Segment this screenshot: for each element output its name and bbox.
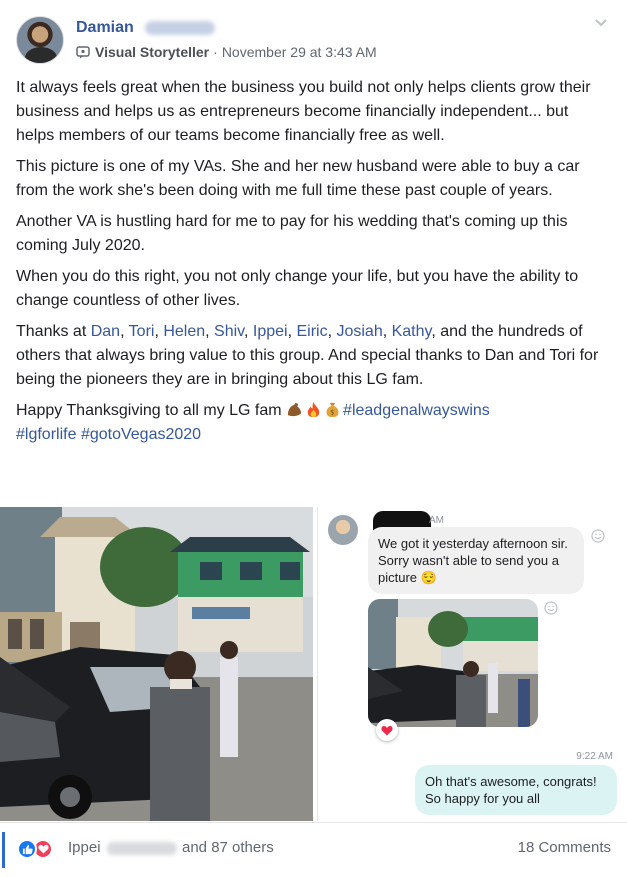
comma: , — [154, 323, 164, 340]
like-icon[interactable] — [17, 839, 37, 859]
car-photo-illustration — [0, 507, 313, 821]
author-role[interactable]: Visual Storyteller — [95, 44, 209, 60]
mention-josiah[interactable]: Josiah — [336, 323, 382, 340]
hashtag-leadgenalwayswins[interactable]: #leadgenalwayswins — [343, 402, 490, 419]
chat-time-bottom: 9:22 AM — [576, 751, 613, 762]
heart-reaction-icon — [376, 719, 398, 741]
chat-time-top: AM — [429, 515, 444, 526]
smiley-react-icon[interactable] — [591, 529, 605, 543]
author-surname-redaction — [145, 21, 215, 35]
money-bag-emoji: $ — [326, 402, 339, 418]
thanks-prefix: Thanks at — [16, 323, 91, 340]
post-header: Damian Visual Storyteller · November 29 … — [0, 0, 627, 72]
post-timestamp[interactable]: November 29 at 3:43 AM — [222, 44, 377, 60]
author-avatar[interactable] — [16, 16, 64, 64]
reactor-surname-redaction — [107, 842, 177, 855]
mention-tori[interactable]: Tori — [129, 323, 155, 340]
closing-paragraph: Happy Thanksgiving to all my LG fam $ #l… — [16, 399, 611, 447]
chat-shared-photo[interactable] — [368, 599, 538, 727]
post-paragraph: It always feels great when the business … — [16, 79, 591, 144]
comma: , — [243, 323, 253, 340]
flexed-bicep-emoji — [287, 402, 302, 417]
visual-storyteller-badge-icon — [76, 45, 90, 58]
outgoing-message: Oh that's awesome, congrats! So happy fo… — [415, 765, 617, 815]
mention-kathy[interactable]: Kathy — [392, 323, 432, 340]
mention-helen[interactable]: Helen — [163, 323, 205, 340]
post-body: It always feels great when the business … — [16, 76, 611, 454]
footer-accent-bar — [2, 832, 5, 868]
post-paragraph: This picture is one of my VAs. She and h… — [16, 158, 580, 199]
comments-count[interactable]: 18 Comments — [518, 839, 611, 856]
reactor-name[interactable]: Ippei — [68, 839, 101, 856]
comma: , — [382, 323, 392, 340]
mention-ippei[interactable]: Ippei — [253, 323, 288, 340]
fire-emoji — [307, 401, 320, 418]
hashtag-gotovegas2020[interactable]: #gotoVegas2020 — [81, 426, 201, 443]
post-footer: Ippei and 87 others 18 Comments — [0, 823, 627, 877]
comma: , — [120, 323, 129, 340]
chat-shared-photo-illustration — [368, 599, 538, 727]
author-name[interactable]: Damian — [76, 19, 134, 37]
smiley-react-icon[interactable] — [544, 601, 558, 615]
mention-dan[interactable]: Dan — [91, 323, 120, 340]
mention-shiv[interactable]: Shiv — [214, 323, 244, 340]
comma: , — [205, 323, 215, 340]
post-meta: Visual Storyteller · November 29 at 3:43… — [76, 44, 377, 60]
mention-eiric[interactable]: Eiric — [296, 323, 327, 340]
post-photos: AM We got it yesterday afternoon sir. So… — [0, 507, 627, 821]
chat-screenshot[interactable]: AM We got it yesterday afternoon sir. So… — [317, 507, 627, 821]
meta-separator: · — [213, 44, 218, 60]
thanks-paragraph: Thanks at Dan, Tori, Helen, Shiv, Ippei,… — [16, 320, 611, 392]
chevron-down-icon[interactable] — [593, 14, 609, 30]
closing-text: Happy Thanksgiving to all my LG fam — [16, 402, 287, 419]
svg-text:$: $ — [330, 409, 334, 417]
post-paragraph: When you do this right, you not only cha… — [16, 268, 579, 309]
chat-contact-avatar — [328, 515, 358, 545]
car-photo[interactable] — [0, 507, 313, 821]
incoming-message: We got it yesterday afternoon sir. Sorry… — [368, 527, 584, 594]
hashtag-lgforlife[interactable]: #lgforlife — [16, 426, 76, 443]
reaction-count[interactable]: and 87 others — [182, 839, 274, 856]
post-paragraph: Another VA is hustling hard for me to pa… — [16, 213, 568, 254]
